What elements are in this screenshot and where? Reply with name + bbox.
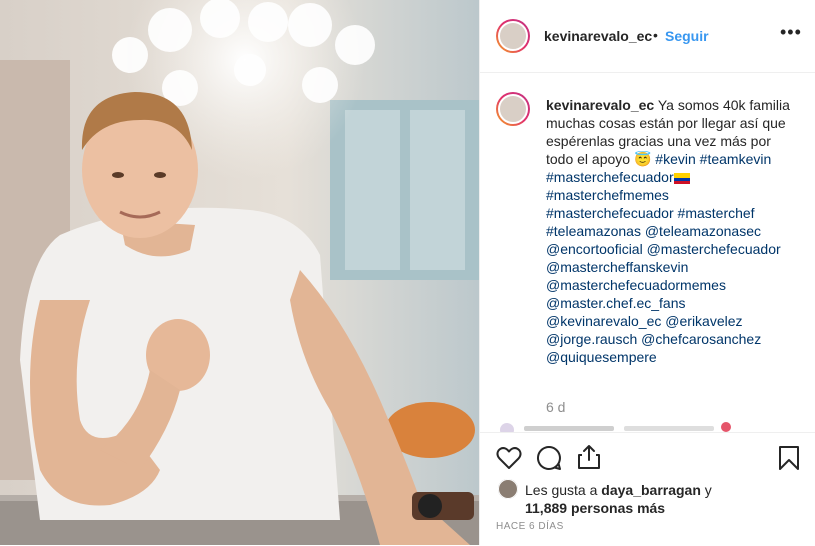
mention-link[interactable]: @kevinarevalo_ec: [546, 313, 661, 329]
comment-peek-blur: [500, 422, 731, 432]
mention-link[interactable]: @master.chef.ec_fans: [546, 295, 686, 311]
post-photo[interactable]: [0, 0, 479, 545]
header-username[interactable]: kevinarevalo_ec: [544, 28, 652, 44]
post-actions-section: Les gusta a daya_barragan y 11,889 perso…: [480, 432, 815, 546]
heart-icon[interactable]: [496, 446, 522, 470]
author-avatar[interactable]: [496, 19, 530, 53]
hashtag-link[interactable]: #masterchef: [678, 205, 755, 221]
liker-avatar-image: [498, 479, 518, 499]
share-icon[interactable]: [576, 444, 602, 470]
mention-link[interactable]: @mastercheffanskevin: [546, 259, 688, 275]
hashtag-link[interactable]: #teleamazonas: [546, 223, 641, 239]
likes-prefix: Les gusta a: [525, 482, 598, 498]
post-date[interactable]: HACE 6 DÍAS: [496, 521, 564, 532]
mention-link[interactable]: @quiquesempere: [546, 349, 657, 365]
photo-illustration: [0, 0, 479, 545]
mention-link[interactable]: @encortooficial: [546, 241, 643, 257]
hashtag-link[interactable]: #teamkevin: [700, 151, 772, 167]
author-avatar-image: [498, 21, 528, 51]
mention-link[interactable]: @chefcarosanchez: [641, 331, 761, 347]
caption-username[interactable]: kevinarevalo_ec: [546, 97, 654, 113]
liker-avatar[interactable]: [498, 479, 518, 499]
post-caption: kevinarevalo_ec Ya somos 40k familia muc…: [546, 96, 796, 366]
likes-count[interactable]: 11,889 personas más: [525, 500, 665, 516]
hashtag-link[interactable]: #masterchefecuador: [546, 169, 674, 185]
header-separator-dot: •: [653, 27, 658, 43]
post-header: kevinarevalo_ec • Seguir •••: [480, 0, 815, 73]
likes-summary: Les gusta a daya_barragan y 11,889 perso…: [525, 481, 712, 517]
hashtag-link[interactable]: #kevin: [655, 151, 695, 167]
follow-button[interactable]: Seguir: [665, 28, 709, 44]
ecuador-flag-icon: [673, 172, 690, 184]
caption-author-avatar-image: [498, 94, 528, 124]
angel-emoji-icon: 😇: [633, 151, 652, 167]
more-options-icon[interactable]: •••: [780, 22, 802, 43]
bookmark-icon[interactable]: [778, 445, 800, 471]
hashtag-link[interactable]: #masterchefmemes: [546, 187, 669, 203]
post-details-panel: kevinarevalo_ec • Seguir ••• kevinareval…: [479, 0, 815, 546]
comment-icon[interactable]: [536, 445, 562, 471]
next-comment-peek: [500, 418, 800, 432]
caption-time-ago: 6 d: [546, 399, 566, 415]
mention-link[interactable]: @masterchefecuadormemes: [546, 277, 726, 293]
hashtag-link[interactable]: #masterchefecuador: [546, 205, 674, 221]
mention-link[interactable]: @erikavelez: [665, 313, 742, 329]
mention-link[interactable]: @teleamazonasec: [645, 223, 761, 239]
caption-author-avatar[interactable]: [496, 92, 530, 126]
likes-conjunction: y: [704, 482, 712, 498]
liked-by-username[interactable]: daya_barragan: [601, 482, 701, 498]
mention-link[interactable]: @jorge.rausch: [546, 331, 637, 347]
mention-link[interactable]: @masterchefecuador: [647, 241, 781, 257]
